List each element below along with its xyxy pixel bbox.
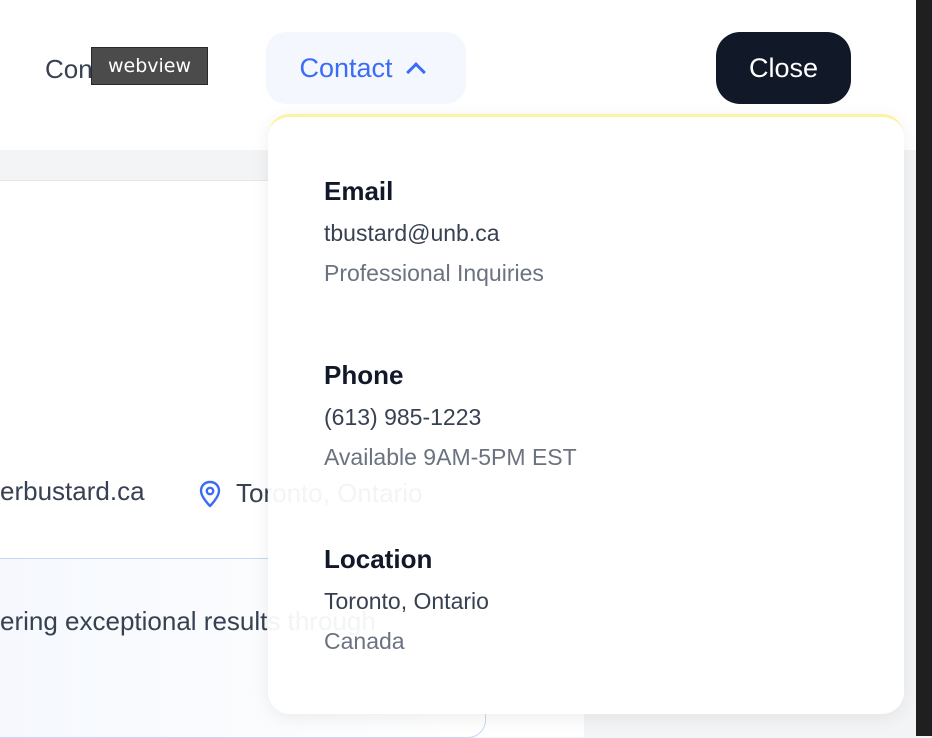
contact-dropdown-button[interactable]: Contact — [266, 32, 466, 104]
contact-email-section: Email tbustard@unb.ca Professional Inqui… — [324, 175, 544, 287]
website-link[interactable]: erbustard.ca — [0, 476, 145, 507]
location-heading: Location — [324, 544, 433, 574]
contact-location-section: Location Toronto, Ontario Canada — [324, 543, 489, 655]
chevron-up-icon — [405, 62, 426, 82]
map-pin-icon — [199, 480, 221, 507]
location-country: Canada — [324, 628, 405, 654]
email-note: Professional Inquiries — [324, 260, 544, 286]
contact-dropdown-panel: Email tbustard@unb.ca Professional Inqui… — [268, 114, 904, 714]
close-button[interactable]: Close — [716, 32, 851, 104]
webview-tooltip: webview — [91, 47, 208, 85]
phone-heading: Phone — [324, 360, 404, 390]
nav-item-label: Con — [45, 54, 93, 84]
email-address-link[interactable]: tbustard@unb.ca — [324, 219, 544, 247]
phone-number-link[interactable]: (613) 985-1223 — [324, 403, 577, 431]
phone-note: Available 9AM-5PM EST — [324, 444, 577, 470]
contact-phone-section: Phone (613) 985-1223 Available 9AM-5PM E… — [324, 359, 577, 471]
location-city: Toronto, Ontario — [324, 588, 489, 614]
window-edge — [916, 0, 932, 736]
email-heading: Email — [324, 176, 394, 206]
contact-button-label: Contact — [299, 52, 393, 83]
